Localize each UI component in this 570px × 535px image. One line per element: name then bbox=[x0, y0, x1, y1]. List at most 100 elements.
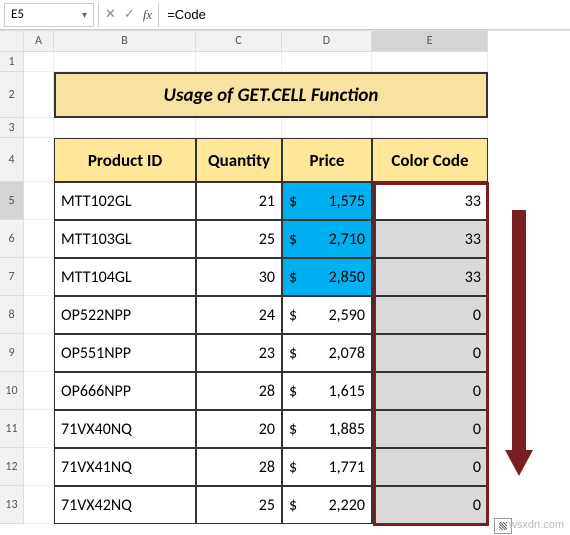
header-colorcode[interactable]: Color Code bbox=[372, 138, 488, 182]
cell-colorcode[interactable]: 0 bbox=[372, 334, 488, 372]
price-value: 1,575 bbox=[329, 192, 365, 211]
price-value: 1,771 bbox=[329, 458, 365, 477]
cell[interactable] bbox=[24, 118, 54, 138]
cell-quantity[interactable]: 24 bbox=[196, 296, 282, 334]
header-product[interactable]: Product ID bbox=[54, 138, 196, 182]
table-row: OP551NPP23$2,0780 bbox=[24, 334, 570, 372]
table-row: 71VX42NQ25$2,2200 bbox=[24, 486, 570, 524]
cell-product[interactable]: 71VX41NQ bbox=[54, 448, 196, 486]
cell-quantity[interactable]: 21 bbox=[196, 182, 282, 220]
cell[interactable] bbox=[24, 182, 54, 220]
cell[interactable] bbox=[24, 448, 54, 486]
cell-quantity[interactable]: 25 bbox=[196, 486, 282, 524]
cell-colorcode[interactable]: 33 bbox=[372, 182, 488, 220]
cell-colorcode[interactable]: 0 bbox=[372, 372, 488, 410]
row-header[interactable]: 1 bbox=[0, 52, 24, 72]
cell-price[interactable]: $1,575 bbox=[282, 182, 372, 220]
cell-colorcode[interactable]: 0 bbox=[372, 410, 488, 448]
cell-product[interactable]: MTT102GL bbox=[54, 182, 196, 220]
cell-colorcode[interactable]: 0 bbox=[372, 296, 488, 334]
cell[interactable] bbox=[24, 220, 54, 258]
chevron-down-icon[interactable]: ▾ bbox=[82, 8, 87, 21]
cell-price[interactable]: $1,615 bbox=[282, 372, 372, 410]
cell-quantity[interactable]: 28 bbox=[196, 448, 282, 486]
row-header[interactable]: 5 bbox=[0, 182, 24, 220]
cell-product[interactable]: MTT104GL bbox=[54, 258, 196, 296]
name-box[interactable]: E5 ▾ bbox=[4, 3, 94, 27]
select-all[interactable] bbox=[0, 30, 24, 52]
col-header[interactable]: C bbox=[196, 31, 282, 52]
price-value: 2,590 bbox=[329, 306, 365, 325]
cell[interactable] bbox=[282, 52, 372, 72]
cell[interactable] bbox=[54, 52, 196, 72]
header-price[interactable]: Price bbox=[282, 138, 372, 182]
accept-icon[interactable]: ✓ bbox=[124, 7, 135, 22]
cell[interactable] bbox=[196, 52, 282, 72]
cell-product[interactable]: 71VX42NQ bbox=[54, 486, 196, 524]
cell[interactable] bbox=[24, 52, 54, 72]
cell-quantity[interactable]: 28 bbox=[196, 372, 282, 410]
formula-buttons: ✕ ✓ fx bbox=[98, 3, 159, 27]
col-header[interactable]: A bbox=[24, 31, 54, 52]
cell-price[interactable]: $2,710 bbox=[282, 220, 372, 258]
cell[interactable] bbox=[372, 118, 488, 138]
cell-colorcode[interactable]: 0 bbox=[372, 448, 488, 486]
cell-price[interactable]: $2,850 bbox=[282, 258, 372, 296]
price-value: 2,220 bbox=[329, 496, 365, 515]
row-header[interactable]: 10 bbox=[0, 372, 24, 410]
row-header[interactable]: 12 bbox=[0, 448, 24, 486]
cell-price[interactable]: $2,590 bbox=[282, 296, 372, 334]
cell-colorcode[interactable]: 33 bbox=[372, 258, 488, 296]
title-cell[interactable]: Usage of GET.CELL Function bbox=[54, 72, 488, 118]
formula-input[interactable] bbox=[159, 3, 570, 27]
cancel-icon[interactable]: ✕ bbox=[105, 7, 116, 22]
cell-quantity[interactable]: 23 bbox=[196, 334, 282, 372]
cell[interactable] bbox=[196, 118, 282, 138]
cell-quantity[interactable]: 30 bbox=[196, 258, 282, 296]
currency-symbol: $ bbox=[289, 192, 297, 211]
row-header[interactable]: 7 bbox=[0, 258, 24, 296]
cell-product[interactable]: OP522NPP bbox=[54, 296, 196, 334]
cell-price[interactable]: $2,220 bbox=[282, 486, 372, 524]
cell-colorcode[interactable]: 0 bbox=[372, 486, 488, 524]
row-header[interactable]: 3 bbox=[0, 118, 24, 138]
cell-product[interactable]: OP551NPP bbox=[54, 334, 196, 372]
cell[interactable] bbox=[24, 486, 54, 524]
row-header[interactable]: 9 bbox=[0, 334, 24, 372]
currency-symbol: $ bbox=[289, 268, 297, 287]
row-1 bbox=[24, 52, 570, 72]
row-3 bbox=[24, 118, 570, 138]
header-quantity[interactable]: Quantity bbox=[196, 138, 282, 182]
fx-icon[interactable]: fx bbox=[143, 7, 152, 23]
name-box-value: E5 bbox=[11, 7, 24, 22]
row-header[interactable]: 8 bbox=[0, 296, 24, 334]
cell-price[interactable]: $1,771 bbox=[282, 448, 372, 486]
cell[interactable] bbox=[24, 372, 54, 410]
row-header[interactable]: 11 bbox=[0, 410, 24, 448]
cell-product[interactable]: OP666NPP bbox=[54, 372, 196, 410]
cell-quantity[interactable]: 25 bbox=[196, 220, 282, 258]
col-header[interactable]: D bbox=[282, 31, 372, 52]
cell-product[interactable]: MTT103GL bbox=[54, 220, 196, 258]
cell-price[interactable]: $1,885 bbox=[282, 410, 372, 448]
cell[interactable] bbox=[24, 296, 54, 334]
row-header[interactable]: 6 bbox=[0, 220, 24, 258]
row-header[interactable]: 13 bbox=[0, 486, 24, 524]
col-header[interactable]: E bbox=[372, 31, 488, 52]
cell[interactable] bbox=[24, 138, 54, 182]
cell[interactable] bbox=[24, 334, 54, 372]
cell-colorcode[interactable]: 33 bbox=[372, 220, 488, 258]
row-4-headers: Product ID Quantity Price Color Code bbox=[24, 138, 570, 182]
cell-price[interactable]: $2,078 bbox=[282, 334, 372, 372]
cell[interactable] bbox=[54, 118, 196, 138]
cell-quantity[interactable]: 20 bbox=[196, 410, 282, 448]
cell[interactable] bbox=[24, 72, 54, 118]
row-header[interactable]: 4 bbox=[0, 138, 24, 182]
cell[interactable] bbox=[282, 118, 372, 138]
cell[interactable] bbox=[24, 410, 54, 448]
row-header[interactable]: 2 bbox=[0, 72, 24, 118]
cell[interactable] bbox=[24, 258, 54, 296]
col-header[interactable]: B bbox=[54, 31, 196, 52]
cell-product[interactable]: 71VX40NQ bbox=[54, 410, 196, 448]
cell[interactable] bbox=[372, 52, 488, 72]
